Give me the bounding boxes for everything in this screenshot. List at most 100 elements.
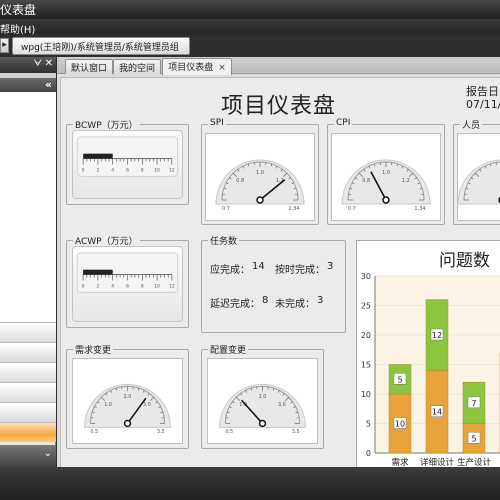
navigation-tree[interactable]	[0, 92, 56, 322]
config-dial-label: 3.5	[292, 429, 300, 435]
navigation-collapse-bar[interactable]: «	[0, 78, 56, 92]
project-dashboard: 项目仪表盘 报告日 07/11/ BCWP（万元） 0 2 4 6 8 10 12 SPI …	[60, 77, 500, 470]
spi-needle-hub	[256, 196, 264, 204]
acwp-panel: ACWP（万元） 0 2 4 6 8 10 12	[66, 234, 189, 328]
spi-dial-label: 0.8	[236, 178, 244, 184]
demand-needle-hub	[123, 419, 132, 428]
demand-dial-label: 3.0	[143, 402, 151, 408]
bcwp-tick-label: 0	[82, 167, 85, 173]
navigation-pane-footer[interactable]: ⌄	[0, 445, 56, 467]
spi-panel: SPI 0.7 0.8 1.0 1.2 1.34	[201, 118, 319, 225]
chart-data-label: 5	[471, 434, 476, 443]
cpi-gauge-frame: 0.7 0.8 1.0 1.2 1.34	[331, 133, 441, 221]
close-tab-icon[interactable]: ×	[218, 63, 226, 73]
acwp-linear-gauge: 0 2 4 6 8 10 12	[72, 246, 183, 322]
undone-value: 3	[317, 295, 324, 306]
cpi-panel: CPI 0.7 0.8 1.0 1.2 1.34	[327, 118, 445, 225]
nav-group-button-active[interactable]	[0, 422, 56, 442]
tab-project-dashboard[interactable]: 项目仪表盘 ×	[162, 58, 232, 75]
double-chevron-left-icon[interactable]: «	[45, 78, 52, 91]
status-bar	[0, 467, 500, 500]
cpi-dial-label: 1.2	[402, 178, 410, 184]
demand-change-panel: 需求变更 0.5 1.0 2.0 3.0 3.5	[66, 343, 189, 449]
demand-change-title: 需求变更	[73, 343, 114, 356]
chart-y-tick-label: 20	[361, 331, 371, 340]
chart-y-tick-label: 25	[361, 302, 371, 311]
config-change-panel: 配置变更 0.5 1.0 2.0 3.0 3.5	[201, 343, 324, 449]
tab-scroll-left-button[interactable]: ▸	[0, 38, 9, 53]
bcwp-tick-label: 4	[111, 167, 114, 173]
config-change-title: 配置变更	[208, 343, 249, 356]
config-change-dial-gauge: 0.51.02.03.03.5	[219, 383, 306, 435]
chevron-down-icon[interactable]: ⌄	[44, 448, 52, 459]
close-icon[interactable]: ✕	[45, 58, 53, 69]
bcwp-tick-label: 8	[141, 167, 144, 173]
ontime-value: 3	[327, 261, 334, 272]
acwp-tick-label: 6	[126, 283, 129, 289]
cpi-needle-hub	[382, 196, 390, 204]
cpi-title: CPI	[334, 118, 353, 128]
nav-group-button-1[interactable]	[0, 322, 56, 342]
nav-group-button-3[interactable]	[0, 362, 56, 382]
cpi-dial-label: 0.8	[362, 178, 370, 184]
chart-data-label: 14	[432, 408, 442, 417]
main-content: 默认窗口 我的空间 项目仪表盘 × 项目仪表盘 报告日 07/11/ BCWP（万…	[57, 57, 500, 470]
config-dial-label: 2.0	[259, 394, 267, 400]
menu-bar: 帮助(H)	[0, 19, 500, 36]
demand-change-gauge-frame: 0.5 1.0 2.0 3.0 3.5	[72, 358, 183, 444]
spi-title: SPI	[208, 118, 226, 128]
config-dial-label: 3.0	[278, 402, 286, 408]
demand-dial-label: 1.0	[104, 402, 112, 408]
staff-title: 人员	[460, 118, 483, 131]
pin-icon[interactable]: ᗄ	[34, 59, 42, 69]
nav-group-button-5[interactable]	[0, 402, 56, 422]
bcwp-tick-label: 10	[154, 167, 160, 173]
chart-data-label: 10	[395, 420, 405, 429]
demand-dial-label: 2.0	[124, 394, 132, 400]
bcwp-value-bar	[83, 153, 113, 159]
report-date-label: 报告日	[466, 85, 499, 98]
config-needle-hub	[258, 419, 267, 428]
spi-dial-label: 0.7	[222, 206, 230, 212]
bcwp-linear-gauge: 0 2 4 6 8 10 12	[72, 130, 183, 199]
chart-data-label: 7	[471, 399, 476, 408]
due-label: 应完成：	[210, 265, 250, 276]
nav-group-button-4[interactable]	[0, 382, 56, 402]
config-dial-label: 0.5	[225, 429, 233, 435]
due-value: 14	[252, 261, 265, 272]
cpi-dial-label: 1.34	[414, 206, 425, 212]
late-label: 延迟完成：	[210, 299, 260, 310]
tab-label: 默认窗口	[70, 64, 107, 74]
cpi-dial-label: 1.0	[382, 170, 390, 176]
chart-data-label: 12	[432, 331, 442, 340]
spi-dial-label: 1.0	[256, 170, 264, 176]
acwp-tick-label: 10	[154, 283, 160, 289]
undone-label: 未完成：	[275, 299, 315, 310]
tab-my-space[interactable]: 我的空间	[113, 59, 161, 74]
bcwp-panel: BCWP（万元） 0 2 4 6 8 10 12	[66, 118, 189, 205]
ontime-label: 按时完成：	[275, 265, 325, 276]
menu-help[interactable]: 帮助(H)	[0, 21, 35, 36]
late-value: 8	[262, 295, 269, 306]
task-count-title: 任务数	[208, 234, 240, 247]
chart-y-tick-label: 10	[361, 390, 371, 399]
user-role-tab[interactable]: wpg(王培刚)/系统管理员/系统管理员组	[12, 37, 190, 55]
content-tab-bar: 默认窗口 我的空间 项目仪表盘 ×	[57, 57, 500, 75]
acwp-value-bar	[83, 269, 113, 275]
nav-group-button-2[interactable]	[0, 342, 56, 362]
chart-y-tick-label: 30	[361, 272, 371, 281]
issue-count-chart: 问题数 051015202530105需求1412详细设计57生产设计船舶	[356, 240, 500, 470]
acwp-gauge-graphic: 0 2 4 6 8 10 12	[76, 252, 179, 293]
window-titlebar: 仪表盘	[0, 0, 500, 19]
tab-label: 我的空间	[118, 64, 155, 74]
staff-dial-gauge	[458, 159, 500, 205]
acwp-tick-label: 12	[169, 283, 175, 289]
acwp-tick-label: 2	[96, 283, 99, 289]
navigation-pane-header: ᗄ ✕	[0, 57, 56, 73]
bcwp-gauge-graphic: 0 2 4 6 8 10 12	[76, 136, 179, 177]
task-count-panel: 任务数 应完成： 14 按时完成： 3 延迟完成： 8 未完成： 3	[201, 234, 346, 333]
acwp-tick-label: 8	[141, 283, 144, 289]
chart-y-tick-label: 15	[361, 361, 371, 370]
tab-default-window[interactable]: 默认窗口	[65, 59, 113, 74]
demand-dial-label: 0.5	[90, 429, 98, 435]
